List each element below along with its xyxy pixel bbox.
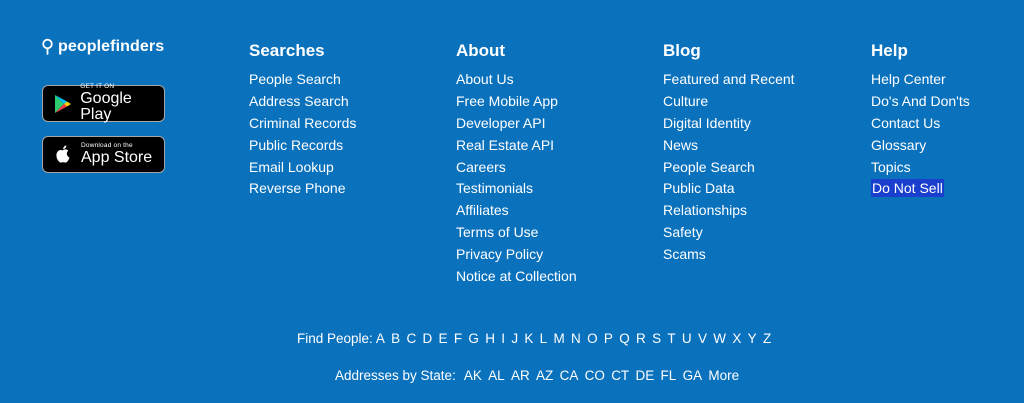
state-link-al[interactable]: AL — [488, 368, 505, 383]
location-pin-icon — [41, 38, 54, 56]
footer-link-news[interactable]: News — [663, 137, 698, 153]
footer-link-do-not-sell[interactable]: Do Not Sell — [871, 179, 944, 198]
state-link-ca[interactable]: CA — [560, 368, 579, 383]
letter-link-i[interactable]: I — [501, 331, 505, 346]
addresses-by-state-label: Addresses by State: — [335, 368, 456, 383]
letter-link-s[interactable]: S — [652, 331, 661, 346]
letter-link-r[interactable]: R — [636, 331, 646, 346]
footer-link-public-records[interactable]: Public Records — [249, 137, 343, 153]
blog-heading: Blog — [663, 41, 701, 60]
footer-link-reverse-phone[interactable]: Reverse Phone — [249, 180, 346, 196]
footer-link-notice-at-collection[interactable]: Notice at Collection — [456, 268, 577, 284]
footer-link-relationships[interactable]: Relationships — [663, 202, 747, 218]
peoplefinders-logo[interactable]: peoplefinders — [41, 37, 164, 57]
letter-link-h[interactable]: H — [485, 331, 495, 346]
app-store-badge[interactable]: Download on the App Store — [42, 136, 165, 173]
state-link-ak[interactable]: AK — [464, 368, 482, 383]
letter-link-d[interactable]: D — [422, 331, 432, 346]
searches-column: Searches People Search Address Search Cr… — [249, 41, 356, 200]
state-link-ar[interactable]: AR — [511, 368, 530, 383]
footer-link-affiliates[interactable]: Affiliates — [456, 202, 509, 218]
state-link-ct[interactable]: CT — [611, 368, 629, 383]
letter-link-k[interactable]: K — [524, 331, 533, 346]
letter-link-w[interactable]: W — [713, 331, 726, 346]
letter-link-l[interactable]: L — [540, 331, 548, 346]
addresses-by-state-row: Addresses by State: AK AL AR AZ CA CO CT… — [335, 368, 745, 383]
footer-link-scams[interactable]: Scams — [663, 246, 706, 262]
letter-link-y[interactable]: Y — [748, 331, 757, 346]
state-link-ga[interactable]: GA — [683, 368, 703, 383]
footer-link-safety[interactable]: Safety — [663, 224, 703, 240]
letter-link-o[interactable]: O — [587, 331, 598, 346]
footer-link-featured-and-recent[interactable]: Featured and Recent — [663, 71, 795, 87]
footer-link-free-mobile-app[interactable]: Free Mobile App — [456, 93, 558, 109]
footer-link-address-search[interactable]: Address Search — [249, 93, 349, 109]
footer-link-email-lookup[interactable]: Email Lookup — [249, 159, 334, 175]
apple-icon — [53, 144, 73, 166]
footer-link-public-data[interactable]: Public Data — [663, 180, 735, 196]
letter-link-a[interactable]: A — [376, 331, 385, 346]
footer-link-developer-api[interactable]: Developer API — [456, 115, 546, 131]
footer-link-glossary[interactable]: Glossary — [871, 137, 926, 153]
app-store-large-text: App Store — [81, 149, 153, 167]
footer-link-contact-us[interactable]: Contact Us — [871, 115, 940, 131]
letter-link-u[interactable]: U — [682, 331, 692, 346]
searches-heading: Searches — [249, 41, 325, 60]
footer-link-terms-of-use[interactable]: Terms of Use — [456, 224, 538, 240]
footer-link-help-center[interactable]: Help Center — [871, 71, 946, 87]
letter-link-e[interactable]: E — [439, 331, 448, 346]
footer-link-careers[interactable]: Careers — [456, 159, 506, 175]
footer-link-real-estate-api[interactable]: Real Estate API — [456, 137, 554, 153]
footer-link-about-us[interactable]: About Us — [456, 71, 514, 87]
letter-link-q[interactable]: Q — [619, 331, 630, 346]
letter-link-t[interactable]: T — [667, 331, 675, 346]
letter-link-j[interactable]: J — [511, 331, 518, 346]
state-link-az[interactable]: AZ — [536, 368, 553, 383]
google-play-badge[interactable]: GET IT ON Google Play — [42, 83, 165, 124]
letter-link-v[interactable]: V — [698, 331, 707, 346]
footer-link-blog-people-search[interactable]: People Search — [663, 159, 755, 175]
letter-link-n[interactable]: N — [571, 331, 581, 346]
state-link-de[interactable]: DE — [635, 368, 654, 383]
letter-link-x[interactable]: X — [732, 331, 741, 346]
letter-link-m[interactable]: M — [553, 331, 564, 346]
state-link-fl[interactable]: FL — [661, 368, 677, 383]
help-column: Help Help Center Do's And Don'ts Contact… — [871, 41, 970, 200]
about-column: About About Us Free Mobile App Developer… — [456, 41, 577, 288]
find-people-row: Find People: A B C D E F G H I J K L M N… — [297, 331, 778, 346]
footer-link-digital-identity[interactable]: Digital Identity — [663, 115, 751, 131]
letter-link-c[interactable]: C — [406, 331, 416, 346]
footer-link-privacy-policy[interactable]: Privacy Policy — [456, 246, 543, 262]
letter-link-z[interactable]: Z — [763, 331, 771, 346]
google-play-large-text: Google Play — [80, 90, 132, 124]
google-play-icon — [53, 93, 72, 115]
letter-link-g[interactable]: G — [468, 331, 479, 346]
brand-area: peoplefinders GET IT ON Google Play Down… — [41, 37, 165, 173]
help-heading: Help — [871, 41, 908, 60]
footer-link-criminal-records[interactable]: Criminal Records — [249, 115, 356, 131]
footer-link-topics[interactable]: Topics — [871, 159, 911, 175]
footer-link-dos-and-donts[interactable]: Do's And Don'ts — [871, 93, 970, 109]
letter-link-p[interactable]: P — [604, 331, 613, 346]
state-link-co[interactable]: CO — [585, 368, 605, 383]
footer-link-testimonials[interactable]: Testimonials — [456, 180, 533, 196]
footer-link-people-search[interactable]: People Search — [249, 71, 341, 87]
find-people-label: Find People: — [297, 331, 373, 346]
state-link-more[interactable]: More — [708, 368, 739, 383]
letter-link-f[interactable]: F — [454, 331, 462, 346]
footer-link-culture[interactable]: Culture — [663, 93, 708, 109]
logo-text: peoplefinders — [58, 38, 165, 55]
letter-link-b[interactable]: B — [391, 331, 400, 346]
about-heading: About — [456, 41, 506, 60]
blog-column: Blog Featured and Recent Culture Digital… — [663, 41, 795, 266]
